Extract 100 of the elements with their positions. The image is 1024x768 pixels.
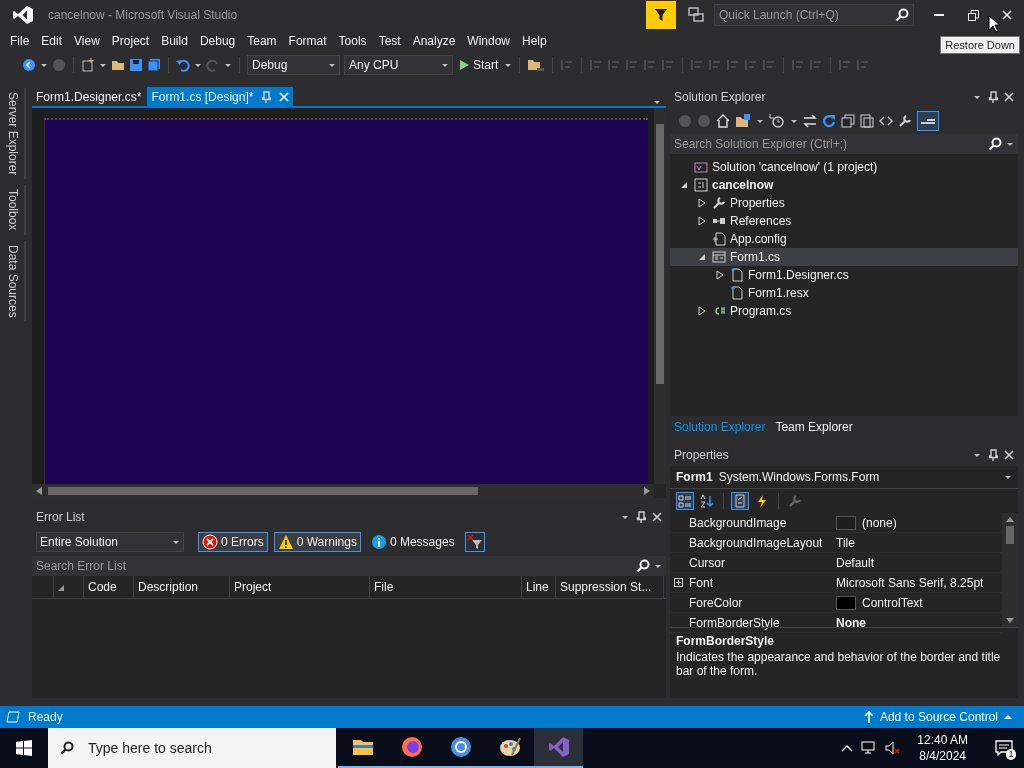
sync-icon[interactable] bbox=[803, 114, 817, 128]
chevron-up-icon[interactable] bbox=[841, 744, 854, 752]
menu-item[interactable]: Project bbox=[105, 32, 156, 50]
expanded-icon[interactable] bbox=[698, 253, 706, 261]
expand-icon[interactable] bbox=[674, 578, 683, 587]
platform-dropdown[interactable]: Any CPU bbox=[344, 55, 453, 75]
menu-item[interactable]: View bbox=[68, 32, 106, 50]
scrollbar-thumb[interactable] bbox=[1006, 526, 1014, 544]
menu-item[interactable]: Tools bbox=[332, 32, 373, 50]
document-tab[interactable]: Form1.Designer.cs* bbox=[32, 87, 146, 106]
alphabetical-icon[interactable] bbox=[700, 494, 714, 508]
property-value[interactable]: (none) bbox=[862, 515, 897, 530]
open-folder-icon[interactable] bbox=[111, 58, 125, 72]
tree-item[interactable]: Properties bbox=[670, 194, 1018, 212]
events-icon[interactable] bbox=[755, 494, 769, 508]
menu-item[interactable]: Analyze bbox=[406, 32, 462, 50]
tree-item[interactable]: References bbox=[670, 212, 1018, 230]
tree-item[interactable]: Form1.cs bbox=[670, 248, 1018, 266]
home-icon[interactable] bbox=[716, 114, 730, 128]
scroll-down-icon[interactable] bbox=[1006, 618, 1014, 623]
dropdown-icon[interactable] bbox=[973, 93, 982, 101]
tree-item[interactable]: Program.cs bbox=[670, 302, 1018, 320]
filter-toggle[interactable]: 0 Errors bbox=[198, 532, 268, 552]
menu-item[interactable]: File bbox=[4, 32, 36, 50]
panel-tab[interactable]: Solution Explorer bbox=[670, 420, 770, 434]
save-icon[interactable] bbox=[129, 58, 143, 72]
object-selector[interactable]: Form1 System.Windows.Forms.Form bbox=[670, 466, 1018, 489]
menu-item[interactable]: Build bbox=[155, 32, 194, 50]
menu-item[interactable]: Format bbox=[282, 32, 333, 50]
properties-icon[interactable] bbox=[733, 494, 747, 508]
column-header[interactable]: File bbox=[370, 576, 522, 598]
save-all-icon[interactable] bbox=[147, 58, 161, 72]
wrench-icon[interactable] bbox=[898, 114, 912, 128]
search-field[interactable]: Search Solution Explorer (Ctrl+;) bbox=[670, 134, 1018, 154]
configuration-dropdown[interactable]: Debug bbox=[247, 55, 340, 75]
close-icon[interactable] bbox=[652, 512, 662, 522]
taskbar-search-field[interactable]: Type here to search bbox=[48, 728, 336, 768]
close-icon[interactable] bbox=[1004, 92, 1014, 102]
menu-item[interactable]: Test bbox=[372, 32, 407, 50]
pin-icon[interactable] bbox=[636, 511, 646, 523]
column-header[interactable]: Code bbox=[84, 576, 134, 598]
back-icon[interactable] bbox=[22, 58, 36, 72]
preview-toggle-icon[interactable] bbox=[917, 111, 939, 131]
tree-item[interactable]: Form1.Designer.cs bbox=[670, 266, 1018, 284]
notification-filter-button[interactable] bbox=[646, 1, 676, 29]
show-all-files-icon[interactable] bbox=[860, 114, 874, 128]
clock-time[interactable]: 12:40 AM bbox=[917, 732, 968, 748]
menu-item[interactable]: Team bbox=[241, 32, 283, 50]
tree-item[interactable]: App.config bbox=[670, 230, 1018, 248]
filter-toggle[interactable]: 0 Messages bbox=[366, 532, 459, 552]
property-value[interactable]: None bbox=[836, 615, 866, 630]
collapsed-icon[interactable] bbox=[716, 270, 724, 280]
find-in-files-icon[interactable] bbox=[527, 58, 546, 72]
tree-item[interactable]: Form1.resx bbox=[670, 284, 1018, 302]
clear-filter-button[interactable] bbox=[464, 532, 485, 552]
filter-toggle[interactable]: 0 Warnings bbox=[273, 532, 361, 552]
dropdown-icon[interactable] bbox=[973, 451, 982, 459]
property-value[interactable]: ControlText bbox=[862, 595, 923, 610]
property-pages-icon[interactable] bbox=[788, 494, 802, 508]
collapse-all-icon[interactable] bbox=[841, 114, 855, 128]
panel-tab[interactable]: Team Explorer bbox=[771, 420, 857, 434]
expanded-icon[interactable] bbox=[680, 181, 688, 189]
pin-icon[interactable] bbox=[988, 91, 998, 103]
column-header[interactable]: Project bbox=[230, 576, 370, 598]
speaker-muted-icon[interactable] bbox=[885, 741, 902, 755]
folder-switch-icon[interactable] bbox=[735, 114, 751, 128]
source-control-button[interactable]: Add to Source Control bbox=[857, 709, 1018, 725]
scroll-up-icon[interactable] bbox=[1006, 517, 1014, 522]
menu-item[interactable]: Window bbox=[461, 32, 517, 50]
search-field[interactable]: Search Error List bbox=[32, 556, 666, 576]
scrollbar-thumb[interactable] bbox=[656, 124, 664, 384]
quick-launch-field[interactable]: Quick Launch (Ctrl+Q) bbox=[715, 5, 913, 25]
close-icon[interactable] bbox=[1004, 450, 1014, 460]
refresh-icon[interactable] bbox=[822, 114, 836, 128]
scroll-right-icon[interactable] bbox=[644, 487, 650, 495]
property-value[interactable]: Default bbox=[836, 555, 875, 570]
tree-item[interactable]: cancelnow bbox=[670, 176, 1018, 194]
menu-item[interactable]: Edit bbox=[35, 32, 69, 50]
clock-date[interactable]: 8/4/2024 bbox=[919, 748, 966, 764]
menu-item[interactable]: Debug bbox=[193, 32, 242, 50]
notification-button[interactable]: 1 bbox=[984, 728, 1024, 768]
property-value[interactable]: Microsoft Sans Serif, 8.25pt bbox=[836, 575, 984, 590]
menu-item[interactable]: Help bbox=[516, 32, 553, 50]
column-header[interactable]: Description bbox=[134, 576, 230, 598]
undo-icon[interactable] bbox=[176, 58, 190, 72]
code-icon[interactable] bbox=[879, 114, 893, 128]
network-icon[interactable] bbox=[861, 741, 878, 755]
history-icon[interactable] bbox=[769, 113, 785, 129]
start-button[interactable]: Start bbox=[457, 58, 501, 72]
feedback-icon[interactable] bbox=[688, 7, 704, 23]
new-item-icon[interactable] bbox=[81, 58, 95, 72]
scroll-left-icon[interactable] bbox=[36, 487, 42, 495]
column-header[interactable]: Line bbox=[522, 576, 556, 598]
scope-dropdown[interactable]: Entire Solution bbox=[36, 532, 184, 552]
pin-icon[interactable] bbox=[988, 449, 998, 461]
tree-item[interactable]: Solution 'cancelnow' (1 project) bbox=[670, 158, 1018, 176]
scrollbar-thumb[interactable] bbox=[48, 487, 478, 495]
property-value[interactable]: Tile bbox=[836, 535, 855, 550]
taskbar-app[interactable] bbox=[534, 728, 583, 768]
collapsed-icon[interactable] bbox=[698, 306, 706, 316]
